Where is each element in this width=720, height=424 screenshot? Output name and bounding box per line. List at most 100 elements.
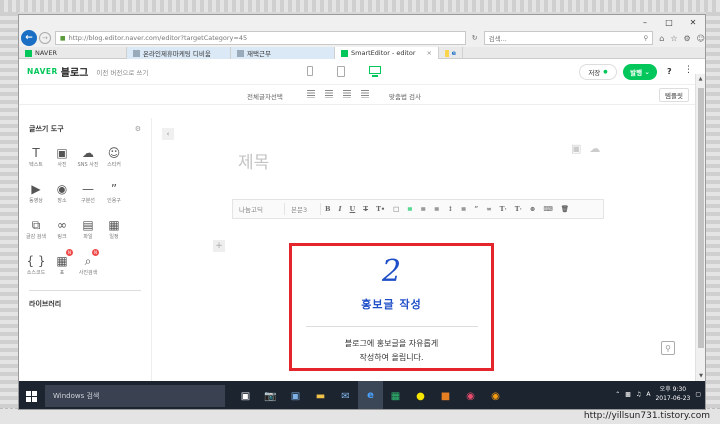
font-color-icon[interactable]: T• — [372, 205, 389, 213]
align-center-icon[interactable]: ≡ — [417, 205, 430, 213]
align-right-icon[interactable] — [343, 90, 351, 98]
quote-icon[interactable]: ” — [470, 205, 482, 213]
keyboard-icon[interactable]: ⌨ — [539, 205, 556, 213]
search-input[interactable]: 검색... ⚲ — [483, 31, 654, 45]
subscript-icon[interactable]: T· — [511, 205, 526, 213]
prev-version-link[interactable]: 이전 버전으로 쓰기 — [96, 67, 148, 77]
tab-home-work[interactable]: 재택근무 — [231, 47, 335, 59]
mail-icon[interactable]: ✉ — [333, 381, 358, 409]
tool-video[interactable]: ▶ 동영상 — [23, 176, 49, 208]
tablet-icon[interactable] — [337, 66, 345, 77]
image-search-icon[interactable]: ⚲ — [661, 341, 675, 355]
app3-icon[interactable]: ◉ — [458, 381, 483, 409]
save-button[interactable]: 저장 ● — [579, 64, 617, 80]
vertical-scrollbar[interactable]: ▲ ▼ — [695, 74, 705, 381]
spellcheck-button[interactable]: 맞춤법 검사 — [389, 91, 421, 101]
tab-online-marketing[interactable]: 온라인제휴마케팅 디비움 — [127, 47, 231, 59]
tool-material-search[interactable]: ⧉ 글감 검색 — [23, 212, 49, 244]
tool-sticker[interactable]: ☺ 스티커 — [101, 140, 127, 172]
task-view-icon[interactable]: ▣ — [233, 381, 258, 409]
camera-icon[interactable]: 📷 — [258, 381, 283, 409]
cover-image-icon[interactable]: ▣ — [571, 142, 581, 155]
collapse-panel-button[interactable]: ‹ — [162, 128, 174, 140]
tab-smarteditor[interactable]: SmartEditor - editor × — [335, 47, 439, 59]
template-button[interactable]: 템플릿 — [659, 88, 689, 102]
forward-button[interactable]: → — [38, 32, 51, 44]
special-char-icon[interactable]: ⊛ — [526, 205, 539, 213]
font-select[interactable]: 나눔고딕 — [233, 203, 285, 215]
folder-icon[interactable]: ▬ — [308, 381, 333, 409]
new-tab-button[interactable]: e — [439, 47, 463, 59]
address-bar[interactable]: ■ http://blog.editor.naver.com/editor?ta… — [54, 31, 466, 45]
scroll-up-icon[interactable]: ▲ — [696, 74, 705, 84]
tab-close-icon[interactable]: × — [427, 49, 432, 57]
naver-logo[interactable]: NAVER — [27, 67, 58, 76]
tool-quote[interactable]: ” 인용구 — [101, 176, 127, 208]
tool-code[interactable]: { } 소스코드 — [23, 248, 49, 280]
star-icon[interactable]: ☆ — [670, 34, 677, 43]
tool-photo[interactable]: ▣ 사진 — [49, 140, 75, 172]
notifications-icon[interactable]: ▢ — [695, 391, 701, 398]
tool-divider[interactable]: — 구분선 — [75, 176, 101, 208]
blog-title[interactable]: 블로그 — [61, 64, 89, 79]
tool-place[interactable]: ◉ 장소 — [49, 176, 75, 208]
minimize-button[interactable]: – — [633, 15, 657, 29]
publish-button[interactable]: 발행 ⌄ — [623, 64, 657, 80]
network-icon[interactable]: ▩ — [625, 391, 631, 398]
settings-gear-icon[interactable]: ⚙ — [135, 125, 141, 133]
delete-icon[interactable]: 🗑 — [557, 205, 573, 213]
tool-calendar[interactable]: ▦ 일정 — [101, 212, 127, 244]
link-icon[interactable]: ∞ — [482, 205, 495, 213]
volume-icon[interactable]: ♫ — [636, 391, 641, 398]
ime-icon[interactable]: A — [646, 391, 650, 398]
maximize-button[interactable]: □ — [657, 15, 681, 29]
tool-text[interactable]: T 텍스트 — [23, 140, 49, 172]
align-left-icon[interactable]: ≡ — [403, 205, 416, 213]
home-icon[interactable]: ⌂ — [659, 34, 664, 43]
italic-icon[interactable]: I — [335, 205, 346, 213]
back-button[interactable]: ← — [21, 30, 37, 46]
tool-image-search[interactable]: ⌕ 사진검색 N — [75, 248, 101, 280]
more-menu-button[interactable]: ⋮ — [684, 65, 693, 75]
pc-icon[interactable] — [369, 66, 381, 77]
superscript-icon[interactable]: T· — [496, 205, 511, 213]
line-height-icon[interactable]: ↕ — [444, 205, 457, 213]
tool-table[interactable]: ▦ 표 N — [49, 248, 75, 280]
clock[interactable]: 오후 9:30 2017-06-23 — [655, 385, 690, 403]
kakaotalk-icon[interactable]: ● — [408, 381, 433, 409]
store-icon[interactable]: ▣ — [283, 381, 308, 409]
app2-icon[interactable]: ■ — [433, 381, 458, 409]
refresh-icon[interactable]: ↻ — [472, 34, 478, 42]
title-placeholder[interactable]: 제목 — [238, 148, 269, 173]
align-justify-icon[interactable] — [361, 90, 369, 98]
ie-taskbar-icon[interactable]: e — [358, 381, 383, 409]
underline-icon[interactable]: U — [346, 205, 360, 213]
chrome-icon[interactable]: ◉ — [483, 381, 508, 409]
scroll-down-icon[interactable]: ▼ — [696, 371, 705, 381]
taskbar-search[interactable]: Windows 검색 — [45, 385, 225, 407]
upload-cloud-icon[interactable]: ☁ — [589, 142, 600, 155]
align-left-icon[interactable] — [307, 90, 315, 98]
bold-icon[interactable]: B — [321, 205, 335, 213]
select-all-button[interactable]: 전체글자선택 — [247, 91, 283, 101]
tray-chevron-icon[interactable]: ⌃ — [615, 391, 620, 398]
start-button[interactable] — [19, 381, 43, 409]
align-center-icon[interactable] — [325, 90, 333, 98]
bg-color-icon[interactable]: □ — [389, 205, 403, 213]
tab-naver[interactable]: NAVER — [19, 47, 127, 59]
search-icon[interactable]: ⚲ — [643, 34, 648, 42]
align-right-icon[interactable]: ≡ — [430, 205, 443, 213]
mobile-icon[interactable] — [307, 66, 313, 76]
tool-file[interactable]: ▤ 파일 — [75, 212, 101, 244]
app-icon[interactable]: ▦ — [383, 381, 408, 409]
close-button[interactable]: ✕ — [681, 15, 705, 29]
tool-link[interactable]: ∞ 링크 — [49, 212, 75, 244]
tool-cloud[interactable]: ☁ SNS 사진 — [75, 140, 101, 172]
smiley-icon[interactable]: ☺ — [697, 34, 705, 43]
strikethrough-icon[interactable]: T — [359, 205, 372, 213]
style-select[interactable]: 본문3 — [285, 203, 321, 215]
gear-icon[interactable]: ⚙ — [683, 34, 690, 43]
help-button[interactable]: ? — [667, 67, 672, 76]
add-block-button[interactable]: + — [213, 240, 225, 252]
scroll-thumb[interactable] — [698, 88, 704, 348]
